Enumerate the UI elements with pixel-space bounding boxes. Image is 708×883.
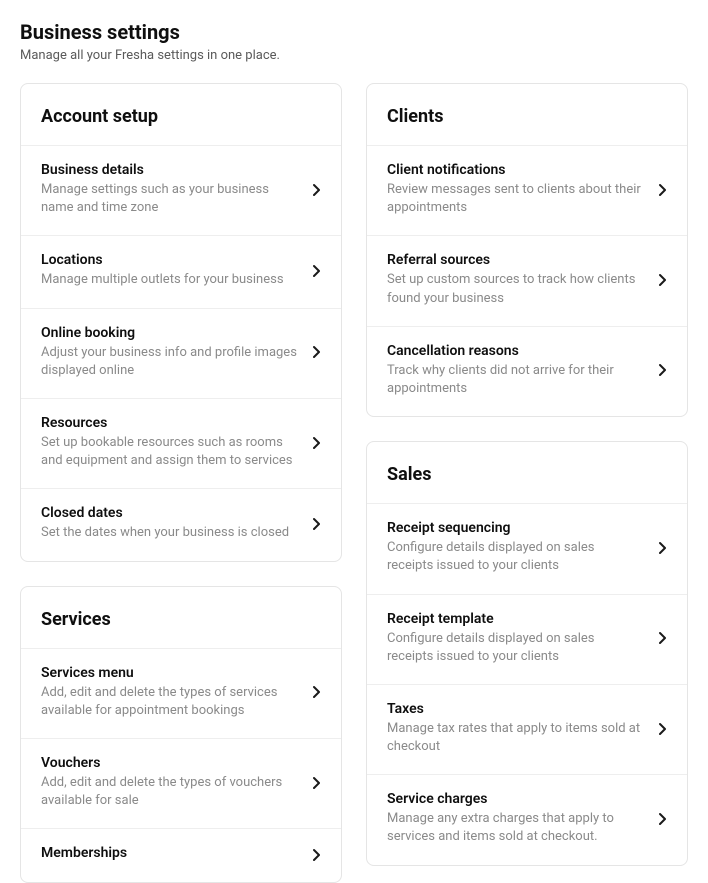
item-text: Service charges Manage any extra charges … <box>387 791 659 846</box>
item-desc: Configure details displayed on sales rec… <box>387 539 643 575</box>
card-sales: Sales Receipt sequencing Configure details… <box>366 441 688 866</box>
card-account-setup: Account setup Business details Manage sett… <box>20 83 342 562</box>
card-title: Services <box>21 587 341 648</box>
page-header: Business settings Manage all your Fresha… <box>20 20 688 63</box>
chevron-right-icon <box>659 541 667 555</box>
chevron-right-icon <box>659 273 667 287</box>
chevron-right-icon <box>659 183 667 197</box>
item-text: Referral sources Set up custom sources to… <box>387 252 659 307</box>
card-services: Services Services menu Add, edit and delet… <box>20 586 342 883</box>
item-title: Closed dates <box>41 505 297 521</box>
item-title: Memberships <box>41 845 297 861</box>
item-title: Taxes <box>387 701 643 717</box>
item-title: Cancellation reasons <box>387 343 643 359</box>
item-desc: Manage settings such as your business na… <box>41 181 297 217</box>
chevron-right-icon <box>313 436 321 450</box>
page-title: Business settings <box>20 20 688 44</box>
item-text: Online booking Adjust your business info … <box>41 325 313 380</box>
item-desc: Add, edit and delete the types of servic… <box>41 684 297 720</box>
settings-column: Clients Client notifications Review messag… <box>366 83 688 866</box>
item-title: Resources <box>41 415 297 431</box>
item-title: Locations <box>41 252 297 268</box>
item-text: Services menu Add, edit and delete the ty… <box>41 665 313 720</box>
page-subtitle: Manage all your Fresha settings in one p… <box>20 48 688 63</box>
item-title: Online booking <box>41 325 297 341</box>
item-text: Resources Set up bookable resources such … <box>41 415 313 470</box>
item-desc: Review messages sent to clients about th… <box>387 181 643 217</box>
chevron-right-icon <box>313 264 321 278</box>
item-closed-dates[interactable]: Closed dates Set the dates when your busi… <box>21 488 341 560</box>
item-desc: Adjust your business info and profile im… <box>41 344 297 380</box>
item-desc: Set up custom sources to track how clien… <box>387 271 643 307</box>
chevron-right-icon <box>313 345 321 359</box>
chevron-right-icon <box>313 183 321 197</box>
item-desc: Set up bookable resources such as rooms … <box>41 434 297 470</box>
item-title: Business details <box>41 162 297 178</box>
item-title: Receipt sequencing <box>387 520 643 536</box>
item-client-notifications[interactable]: Client notifications Review messages sent… <box>367 145 687 235</box>
item-online-booking[interactable]: Online booking Adjust your business info … <box>21 308 341 398</box>
settings-columns: Account setup Business details Manage sett… <box>20 83 688 883</box>
item-desc: Add, edit and delete the types of vouche… <box>41 774 297 810</box>
card-title: Account setup <box>21 84 341 145</box>
item-referral-sources[interactable]: Referral sources Set up custom sources to… <box>367 235 687 325</box>
chevron-right-icon <box>313 685 321 699</box>
item-desc: Manage tax rates that apply to items sol… <box>387 720 643 756</box>
chevron-right-icon <box>313 517 321 531</box>
chevron-right-icon <box>659 363 667 377</box>
card-title: Sales <box>367 442 687 503</box>
item-desc: Configure details displayed on sales rec… <box>387 630 643 666</box>
item-memberships[interactable]: Memberships <box>21 828 341 882</box>
item-title: Services menu <box>41 665 297 681</box>
item-desc: Manage multiple outlets for your busines… <box>41 271 297 289</box>
item-text: Cancellation reasons Track why clients di… <box>387 343 659 398</box>
item-desc: Set the dates when your business is clos… <box>41 524 297 542</box>
item-receipt-sequencing[interactable]: Receipt sequencing Configure details disp… <box>367 503 687 593</box>
item-text: Taxes Manage tax rates that apply to item… <box>387 701 659 756</box>
card-clients: Clients Client notifications Review messag… <box>366 83 688 417</box>
item-services-menu[interactable]: Services menu Add, edit and delete the ty… <box>21 648 341 738</box>
item-text: Receipt sequencing Configure details disp… <box>387 520 659 575</box>
item-title: Client notifications <box>387 162 643 178</box>
item-desc: Manage any extra charges that apply to s… <box>387 810 643 846</box>
chevron-right-icon <box>313 848 321 862</box>
item-business-details[interactable]: Business details Manage settings such as … <box>21 145 341 235</box>
item-text: Client notifications Review messages sent… <box>387 162 659 217</box>
item-title: Referral sources <box>387 252 643 268</box>
settings-column: Account setup Business details Manage sett… <box>20 83 342 883</box>
item-text: Locations Manage multiple outlets for you… <box>41 252 313 289</box>
item-text: Business details Manage settings such as … <box>41 162 313 217</box>
item-taxes[interactable]: Taxes Manage tax rates that apply to item… <box>367 684 687 774</box>
item-desc: Track why clients did not arrive for the… <box>387 362 643 398</box>
item-receipt-template[interactable]: Receipt template Configure details displa… <box>367 594 687 684</box>
item-locations[interactable]: Locations Manage multiple outlets for you… <box>21 235 341 307</box>
item-vouchers[interactable]: Vouchers Add, edit and delete the types o… <box>21 738 341 828</box>
item-title: Service charges <box>387 791 643 807</box>
chevron-right-icon <box>659 812 667 826</box>
item-text: Vouchers Add, edit and delete the types o… <box>41 755 313 810</box>
item-title: Receipt template <box>387 611 643 627</box>
item-title: Vouchers <box>41 755 297 771</box>
item-text: Closed dates Set the dates when your busi… <box>41 505 313 542</box>
chevron-right-icon <box>659 722 667 736</box>
item-resources[interactable]: Resources Set up bookable resources such … <box>21 398 341 488</box>
chevron-right-icon <box>659 631 667 645</box>
chevron-right-icon <box>313 776 321 790</box>
item-service-charges[interactable]: Service charges Manage any extra charges … <box>367 774 687 864</box>
card-title: Clients <box>367 84 687 145</box>
item-text: Receipt template Configure details displa… <box>387 611 659 666</box>
item-cancellation-reasons[interactable]: Cancellation reasons Track why clients di… <box>367 326 687 416</box>
item-text: Memberships <box>41 845 313 864</box>
